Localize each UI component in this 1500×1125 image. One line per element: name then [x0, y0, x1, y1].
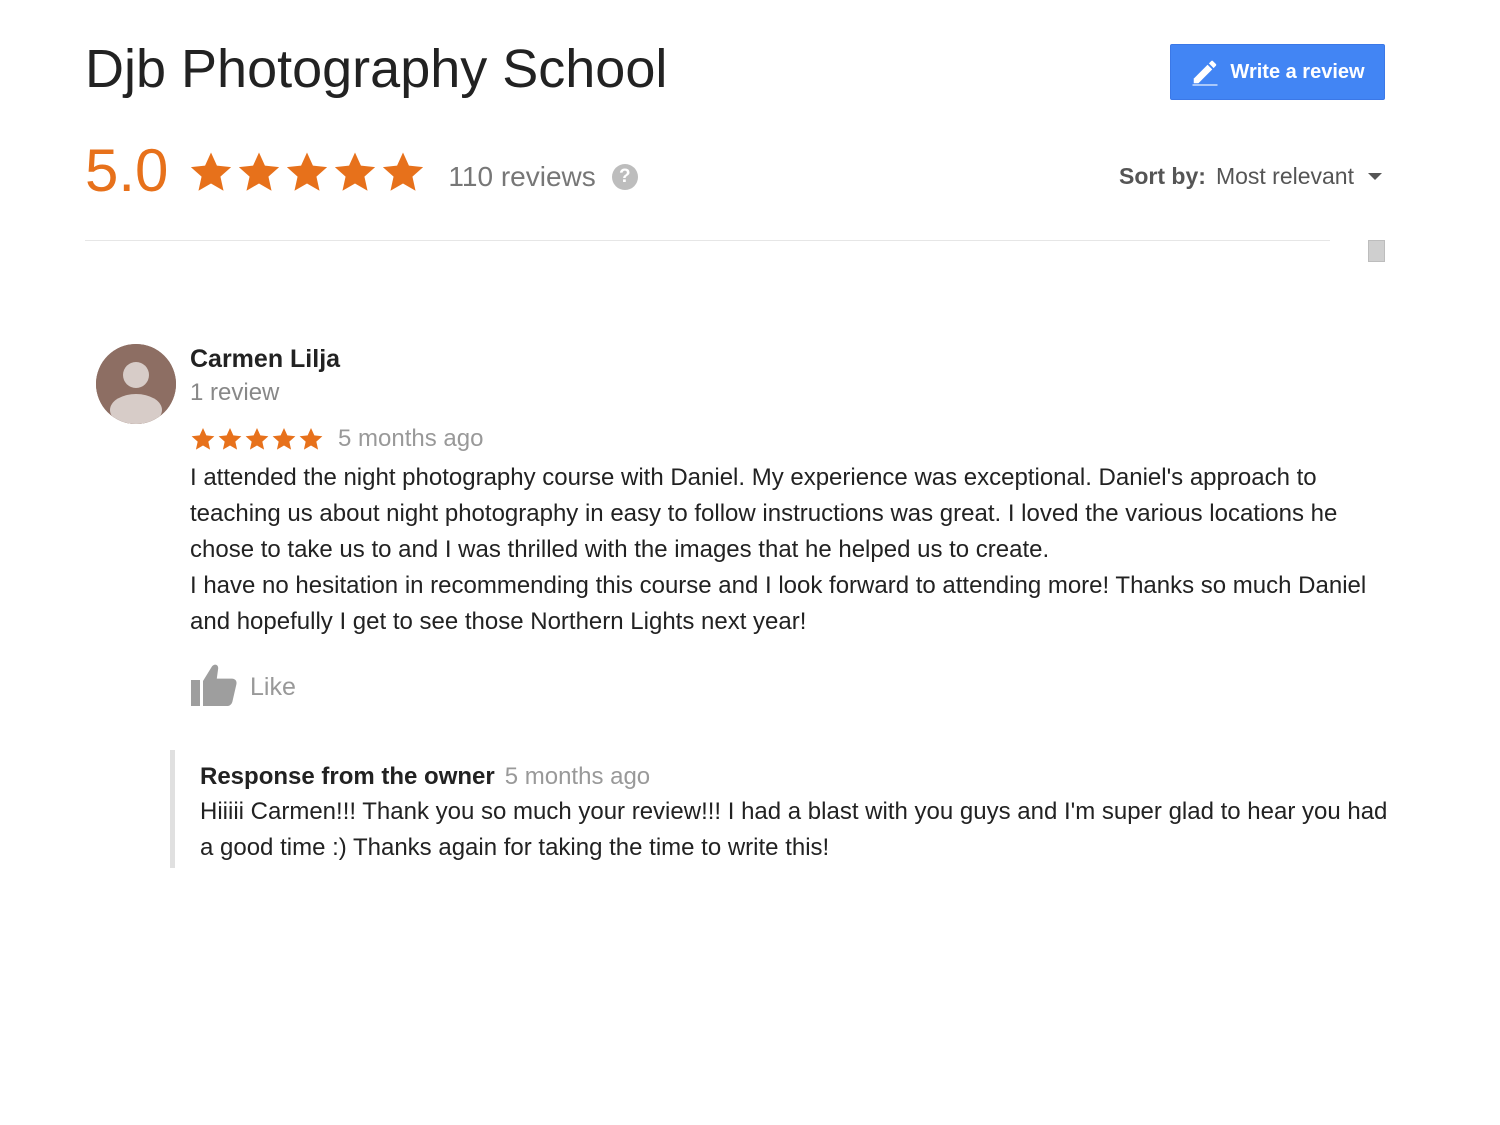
star-icon: [335, 152, 376, 191]
reviewer-review-count: 1 review: [190, 379, 280, 406]
person-icon: [96, 344, 176, 424]
sort-label: Sort by:: [1119, 163, 1206, 189]
star-icon: [239, 152, 280, 191]
star-icon: [272, 427, 296, 450]
star-icon: [287, 152, 328, 191]
sort-value: Most relevant: [1215, 163, 1354, 189]
write-review-label: Write a review: [1230, 60, 1365, 83]
owner-response-title: Response from the owner: [200, 763, 495, 790]
write-review-button[interactable]: Write a review: [1170, 44, 1385, 100]
review-date: 5 months ago: [338, 425, 484, 452]
scrollbar-thumb[interactable]: [1368, 240, 1385, 262]
rating-score: 5.0: [85, 136, 169, 204]
reviews-page: Djb Photography School Write a review 5.…: [0, 0, 1500, 1125]
reviewer-name[interactable]: Carmen Lilja: [190, 340, 1390, 378]
owner-response-header: Response from the owner 5 months ago: [200, 760, 1400, 794]
review-text: I attended the night photography course …: [190, 464, 1367, 635]
avatar[interactable]: [96, 344, 176, 424]
review-rating-row: 5 months ago: [190, 424, 1390, 454]
star-icon: [383, 152, 424, 191]
help-icon[interactable]: ?: [611, 164, 638, 190]
owner-response: Response from the owner 5 months ago Hii…: [170, 750, 1400, 868]
like-label: Like: [250, 673, 296, 701]
pencil-icon: [1190, 57, 1220, 87]
star-icon: [191, 152, 232, 191]
owner-response-text: Hiiiii Carmen!!! Thank you so much your …: [200, 798, 1388, 861]
star-icon: [245, 427, 269, 450]
like-button[interactable]: Like: [190, 662, 296, 713]
business-title: Djb Photography School: [85, 39, 668, 99]
rating-summary: 5.0 110 reviews ?: [85, 135, 638, 205]
thumbs-up-icon: [190, 662, 238, 713]
review-count: 110 reviews: [448, 161, 596, 192]
summary-stars: [188, 149, 426, 195]
review-card: Carmen Lilja 1 review 5 months ago I att…: [190, 340, 1390, 640]
owner-response-date: 5 months ago: [504, 763, 651, 790]
divider: [85, 240, 1330, 241]
caret-down-icon: [1368, 173, 1382, 180]
sort-dropdown[interactable]: Sort by: Most relevant: [1119, 163, 1382, 190]
star-icon: [191, 427, 215, 450]
star-icon: [218, 427, 242, 450]
star-icon: [299, 427, 323, 450]
review-stars: [190, 426, 324, 452]
